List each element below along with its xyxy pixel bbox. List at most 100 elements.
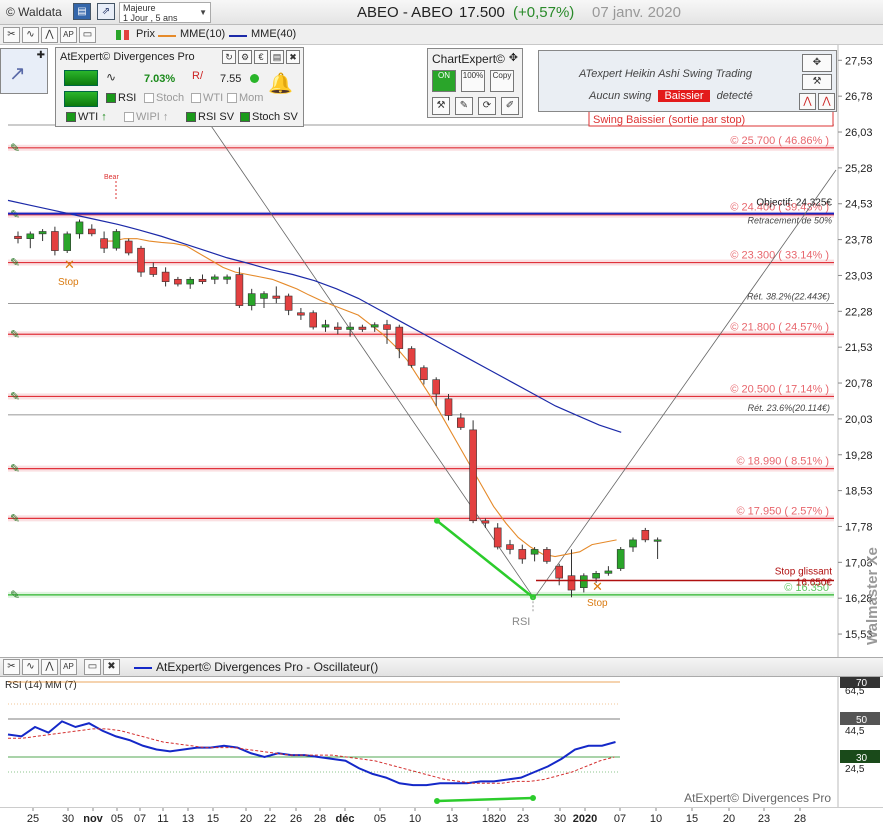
osc-window-icon[interactable]: ▭	[84, 659, 101, 675]
wti-checkbox[interactable]: WTI	[191, 92, 223, 104]
osc-close-icon[interactable]: ✖	[103, 659, 120, 675]
hammer-icon[interactable]: ⚒	[802, 74, 832, 90]
osc-tick-label: 64,5	[845, 686, 865, 697]
trend-up-button[interactable]	[64, 70, 98, 86]
rsi-sv-checkbox[interactable]: RSI SV	[186, 111, 234, 123]
copy-button[interactable]: Copy	[490, 70, 514, 92]
x-tick-label: 05	[111, 813, 123, 825]
rsi-divergence-point	[530, 795, 536, 801]
move-icon[interactable]: ✥	[509, 51, 518, 64]
chart-date: 07 janv. 2020	[592, 4, 681, 21]
osc-legend-line	[134, 667, 152, 669]
x-tick-label: déc	[336, 813, 355, 825]
cursor-icon[interactable]: ↗	[9, 61, 26, 86]
pattern-icon[interactable]: ⋀	[41, 27, 58, 43]
last-price: 17.500	[459, 4, 505, 21]
candle-body	[124, 240, 133, 254]
watermark: Walmaster Xe	[864, 547, 881, 645]
objectif-label: Objectif: 24.325€	[756, 198, 832, 209]
atexpert-value2: 7.55	[220, 73, 242, 85]
atexpert-title: AtExpert© Divergences Pro	[60, 51, 195, 63]
euro-icon[interactable]: €	[254, 50, 268, 64]
bell-icon[interactable]: 🔔	[268, 71, 293, 96]
refresh-icon[interactable]: ↻	[222, 50, 236, 64]
rsi-chart-area[interactable]: RSI (14) MM (7) 70 64,5 50 44,5 30 24,5 AtExper…	[0, 677, 883, 807]
period-dropdown[interactable]: Majeure 1 Jour , 5 ans ▼	[119, 2, 211, 23]
chart-title: ABEO - ABEO	[357, 4, 453, 21]
doc-icon[interactable]: ▤	[270, 50, 284, 64]
wti2-checkbox[interactable]: WTI ↑	[66, 111, 107, 123]
pencil-icon: ✎	[10, 511, 20, 525]
candle-body	[420, 367, 428, 380]
pencil-icon: ✎	[10, 327, 20, 341]
x-tick-label: 11	[157, 813, 168, 825]
x-tick-label: 20	[240, 813, 252, 825]
x-tick-label: 26	[290, 813, 302, 825]
tools-icon[interactable]: ✂	[3, 27, 20, 43]
prix-label[interactable]: Prix	[136, 28, 155, 40]
cycle-icon[interactable]: ⟳	[478, 97, 496, 115]
chart-red-icon-2[interactable]: ⋀	[818, 93, 835, 110]
candle-body	[604, 570, 613, 574]
y-tick-label: 20,78	[845, 378, 873, 390]
pencil-icon: ✎	[10, 141, 20, 155]
price-change: (+0,57%)	[513, 4, 575, 21]
move-arrows-icon[interactable]: ✥	[802, 54, 832, 72]
cursor-tool-box[interactable]: ↗ ✚	[0, 48, 48, 94]
x-tick-label: 25	[27, 813, 39, 825]
osc-ap-icon[interactable]: AP	[60, 659, 77, 675]
wipi-checkbox[interactable]: WIPI ↑	[124, 111, 168, 123]
settings-icon[interactable]: ⚙	[238, 50, 252, 64]
plus-icon[interactable]: ✚	[37, 50, 45, 61]
percent-button[interactable]: 100%	[461, 70, 485, 92]
on-button[interactable]: ON	[432, 70, 456, 92]
trend-down-button[interactable]	[64, 91, 98, 107]
level-label: © 18.990 ( 8.51% )	[737, 456, 830, 468]
x-axis-labels: 25 30 nov 05 07 11 13 15 20 22 26 28 déc 05 10 13 18 20 23…	[27, 808, 806, 825]
rsi-marker-label: RSI	[512, 616, 530, 628]
wave-icon[interactable]: ∿	[22, 27, 39, 43]
rsi-divergence-point	[434, 798, 440, 804]
mme40-label[interactable]: MME(40)	[251, 28, 296, 40]
candle-body	[186, 278, 194, 285]
candle-body	[407, 348, 416, 366]
candle-icon[interactable]	[114, 28, 134, 42]
price-chart-area[interactable]: 27,53 26,78 26,03 25,28 24,53 23,78 23,03 22,28…	[0, 45, 883, 657]
candle-body	[247, 293, 256, 306]
mom-checkbox[interactable]: Mom	[227, 92, 263, 104]
x-tick-label: 28	[314, 813, 326, 825]
candle-body	[88, 228, 96, 235]
candle-body	[653, 539, 662, 542]
mme10-label[interactable]: MME(10)	[180, 28, 225, 40]
chart-red-icon[interactable]: ⋀	[799, 93, 816, 110]
pencil-icon[interactable]: ✎	[455, 97, 473, 115]
stoch-checkbox[interactable]: Stoch	[144, 92, 184, 104]
osc-tools-icon[interactable]: ✂	[3, 659, 20, 675]
y-tick-label: 19,28	[845, 450, 873, 462]
osc-wave-icon[interactable]: ∿	[22, 659, 39, 675]
candle-body	[309, 312, 318, 328]
ap-icon[interactable]: AP	[60, 27, 77, 43]
price-chart[interactable]: 27,53 26,78 26,03 25,28 24,53 23,78 23,03 22,28…	[0, 45, 883, 657]
book-icon[interactable]: ▤	[73, 3, 91, 20]
oscillator-header: ✂ ∿ ⋀ AP ▭ ✖ AtExpert© Divergences Pro -…	[0, 657, 883, 677]
x-tick-label: 23	[517, 813, 529, 825]
window-icon[interactable]: ▭	[79, 27, 96, 43]
candle-body	[506, 544, 514, 550]
chart-edit-icon[interactable]: ✐	[501, 97, 519, 115]
candle-body	[358, 326, 367, 330]
chart-icon[interactable]: ⇗	[97, 3, 115, 20]
osc-pattern-icon[interactable]: ⋀	[41, 659, 58, 675]
rsi-checkbox[interactable]: RSI	[106, 92, 136, 104]
candle-body	[432, 379, 441, 395]
wrench-icon[interactable]: ⚒	[432, 97, 450, 115]
trend-line-down	[204, 116, 535, 599]
x-tick-label: 15	[686, 813, 698, 825]
pencil-icon: ✎	[10, 389, 20, 403]
stoch-sv-checkbox[interactable]: Stoch SV	[240, 111, 298, 123]
rsi-chart[interactable]: RSI (14) MM (7) 7064,55044,53024,5AtExper…	[0, 677, 883, 807]
close-icon[interactable]: ✖	[286, 50, 300, 64]
candle-body	[75, 221, 84, 235]
drawing-toolbar: ✂ ∿ ⋀ AP ▭ Prix MME(10) MME(40)	[0, 25, 883, 45]
candle-body	[161, 271, 170, 282]
